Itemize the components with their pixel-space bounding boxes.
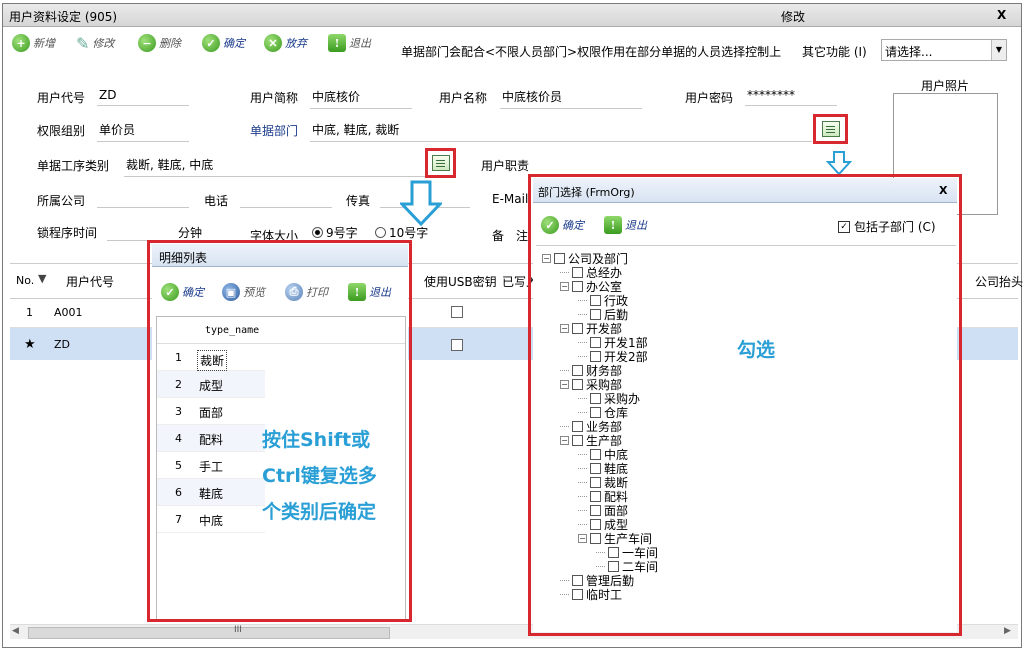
font-9-radio[interactable]: 9号字 — [312, 224, 358, 241]
radio-selected-icon — [312, 227, 323, 238]
user-code-field[interactable]: ZD — [97, 88, 189, 106]
scroll-thumb[interactable] — [28, 627, 390, 639]
user-short-label: 用户简称 — [250, 91, 299, 105]
other-functions-label: 其它功能 (I) — [802, 45, 867, 59]
note-label: 备 注 — [492, 229, 529, 243]
perm-group-label: 权限组别 — [37, 124, 86, 138]
col-company[interactable]: 公司抬头 — [975, 273, 1023, 290]
usb-checkbox[interactable] — [451, 339, 463, 351]
other-functions-select[interactable]: 请选择... ▼ — [881, 39, 1007, 61]
company-label: 所属公司 — [37, 194, 86, 208]
col-usb[interactable]: 使用USB密钥 — [424, 273, 497, 290]
x-circle-icon: ✕ — [264, 34, 282, 52]
confirm-button[interactable]: ✓ 确定 — [202, 32, 245, 54]
shift-hint-line2: Ctrl键复选多 — [262, 465, 377, 487]
doc-dept-lookup-icon[interactable] — [822, 121, 840, 137]
dept-dialog-highlight — [528, 174, 962, 636]
minutes-label: 分钟 — [178, 226, 203, 240]
shift-hint-line3: 个类别后确定 — [262, 501, 377, 523]
exit-icon: ! — [328, 34, 346, 52]
exit-button[interactable]: ! 退出 — [328, 32, 371, 54]
user-code-label: 用户代号 — [37, 91, 86, 105]
radio-icon — [375, 227, 386, 238]
password-field[interactable]: ******** — [745, 88, 837, 106]
discard-button[interactable]: ✕ 放弃 — [264, 32, 307, 54]
close-button[interactable]: X — [997, 8, 1006, 22]
doc-dept-field[interactable]: 中底, 鞋底, 裁断 — [310, 121, 812, 142]
user-name-field[interactable]: 中底核价员 — [500, 88, 642, 109]
current-row-icon: ★ — [24, 337, 36, 352]
down-arrow-icon — [400, 180, 442, 226]
fax-label: 传真 — [346, 194, 371, 208]
duty-label: 用户职责 — [481, 159, 530, 173]
col-user-code[interactable]: 用户代号 — [66, 273, 114, 290]
process-field[interactable]: 裁断, 鞋底, 中底 — [124, 156, 426, 177]
password-label: 用户密码 — [685, 91, 734, 105]
lock-label: 锁程序时间 — [37, 226, 98, 240]
user-name-label: 用户名称 — [439, 91, 488, 105]
phone-label: 电话 — [204, 194, 229, 208]
add-button[interactable]: + 新增 — [12, 32, 55, 54]
process-lookup-icon[interactable] — [432, 155, 450, 171]
edit-button[interactable]: ✎ 修改 — [76, 32, 114, 54]
photo-label: 用户照片 — [921, 79, 970, 93]
user-short-field[interactable]: 中底核价 — [310, 88, 412, 109]
font-10-radio[interactable]: 10号字 — [375, 224, 428, 241]
scroll-left-icon[interactable]: ◀ — [12, 626, 19, 636]
check-hint: 勾选 — [737, 339, 776, 361]
filter-icon[interactable]: ▼ — [38, 272, 46, 285]
mode-label: 修改 — [781, 10, 806, 24]
minus-icon: − — [138, 34, 156, 52]
doc-dept-label: 单据部门 — [250, 124, 299, 138]
lock-field[interactable] — [107, 224, 169, 241]
process-label: 单据工序类别 — [37, 159, 110, 173]
window-title: 用户资料设定 (905) — [9, 10, 118, 24]
phone-field[interactable] — [240, 191, 332, 208]
shift-hint-line1: 按住Shift或 — [262, 429, 371, 451]
pen-icon: ✎ — [76, 33, 90, 53]
title-bar: 用户资料设定 (905) 修改 X — [3, 4, 1021, 27]
delete-button[interactable]: − 删除 — [138, 32, 181, 54]
scroll-right-icon[interactable]: ▶ — [1004, 626, 1011, 636]
usb-checkbox[interactable] — [451, 306, 463, 318]
chevron-down-icon: ▼ — [991, 40, 1006, 60]
plus-icon: + — [12, 34, 30, 52]
toolbar-notice: 单据部门会配合<不限人员部门>权限作用在部分单据的人员选择控制上 — [401, 45, 782, 59]
email-label: E-Mail — [492, 192, 529, 206]
company-field[interactable] — [97, 191, 189, 208]
perm-group-field[interactable]: 单价员 — [97, 121, 189, 142]
down-arrow-icon — [826, 151, 852, 176]
check-icon: ✓ — [202, 34, 220, 52]
